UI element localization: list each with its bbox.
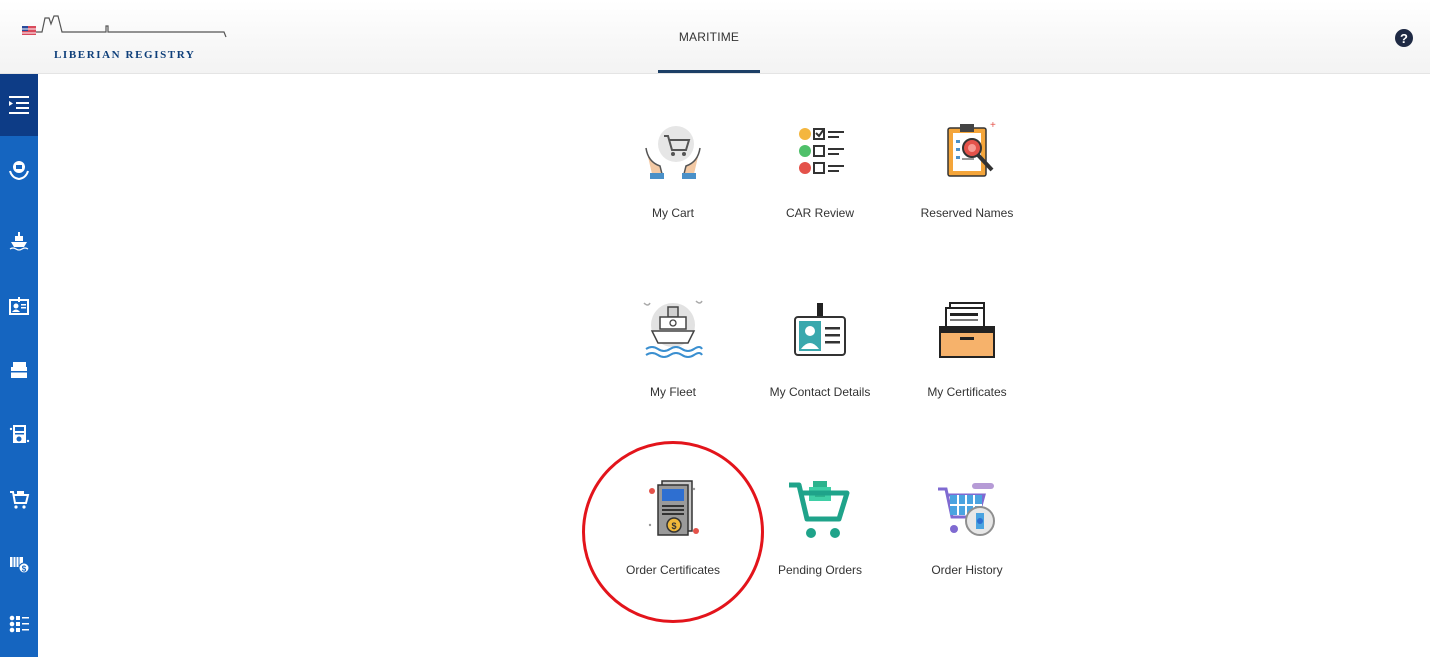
sidebar-item-certificates[interactable] bbox=[0, 350, 38, 390]
file-folder-icon bbox=[932, 297, 1002, 367]
folder-icon bbox=[11, 362, 27, 378]
tile-order-history[interactable]: Order History bbox=[897, 475, 1037, 605]
tile-my-fleet[interactable]: My Fleet bbox=[603, 297, 743, 427]
active-tab-indicator bbox=[658, 70, 760, 73]
sidebar-item-my-cart[interactable] bbox=[0, 150, 38, 190]
tab-maritime[interactable]: MARITIME bbox=[658, 30, 760, 44]
svg-text:?: ? bbox=[1400, 31, 1408, 46]
question-circle-icon[interactable]: ? bbox=[1394, 28, 1414, 48]
sidebar-item-car-review[interactable] bbox=[0, 604, 38, 644]
cart-icon bbox=[10, 491, 30, 509]
clipboard-magnifier-icon: + bbox=[932, 118, 1002, 188]
tile-my-contact-details[interactable]: My Contact Details bbox=[750, 297, 890, 427]
cart-dollar-icon: $ bbox=[10, 557, 30, 574]
sidebar-item-contact-details[interactable] bbox=[0, 286, 38, 326]
checklist-faces-icon bbox=[785, 118, 855, 188]
tile-reserved-names[interactable]: + Reserved Names bbox=[897, 118, 1037, 248]
top-header: LIBERIAN REGISTRY MARITIME ? bbox=[0, 0, 1430, 74]
menu-expand-icon bbox=[9, 96, 29, 114]
ship-icon bbox=[9, 232, 29, 251]
liberian-registry-logo[interactable]: LIBERIAN REGISTRY bbox=[14, 4, 244, 66]
checklist-icon bbox=[9, 615, 29, 633]
sidebar-item-my-fleet[interactable] bbox=[0, 220, 38, 260]
contact-card-icon bbox=[9, 297, 29, 315]
sidebar-item-order-history[interactable]: $ bbox=[0, 544, 38, 584]
id-badge-icon bbox=[785, 297, 855, 367]
tile-my-cart[interactable]: My Cart bbox=[603, 118, 743, 248]
sidebar-menu-toggle[interactable] bbox=[0, 74, 38, 136]
tile-label: Order History bbox=[931, 563, 1003, 577]
cart-clock-icon bbox=[932, 475, 1002, 545]
sidebar: $ bbox=[0, 74, 38, 657]
svg-text:+: + bbox=[990, 120, 996, 131]
tile-car-review[interactable]: CAR Review bbox=[750, 118, 890, 248]
ship-waves-icon bbox=[638, 297, 708, 367]
cart-money-icon bbox=[785, 475, 855, 545]
tile-my-certificates[interactable]: My Certificates bbox=[897, 297, 1037, 427]
svg-text:$: $ bbox=[671, 521, 676, 531]
tile-order-certificates[interactable]: $ Order Certificates bbox=[603, 475, 743, 605]
tile-label: Reserved Names bbox=[920, 206, 1014, 220]
sidebar-item-order-certificates[interactable] bbox=[0, 414, 38, 454]
logo-text: LIBERIAN REGISTRY bbox=[54, 49, 196, 61]
document-form-icon bbox=[9, 425, 30, 443]
tile-pending-orders[interactable]: Pending Orders bbox=[750, 475, 890, 605]
sidebar-item-pending-orders[interactable] bbox=[0, 479, 38, 519]
hands-cart-icon bbox=[638, 118, 708, 188]
svg-text:$: $ bbox=[22, 565, 27, 574]
helping-hands-icon bbox=[9, 161, 29, 181]
tile-label: My Certificates bbox=[927, 385, 1007, 399]
certificate-coin-icon: $ bbox=[638, 475, 708, 545]
